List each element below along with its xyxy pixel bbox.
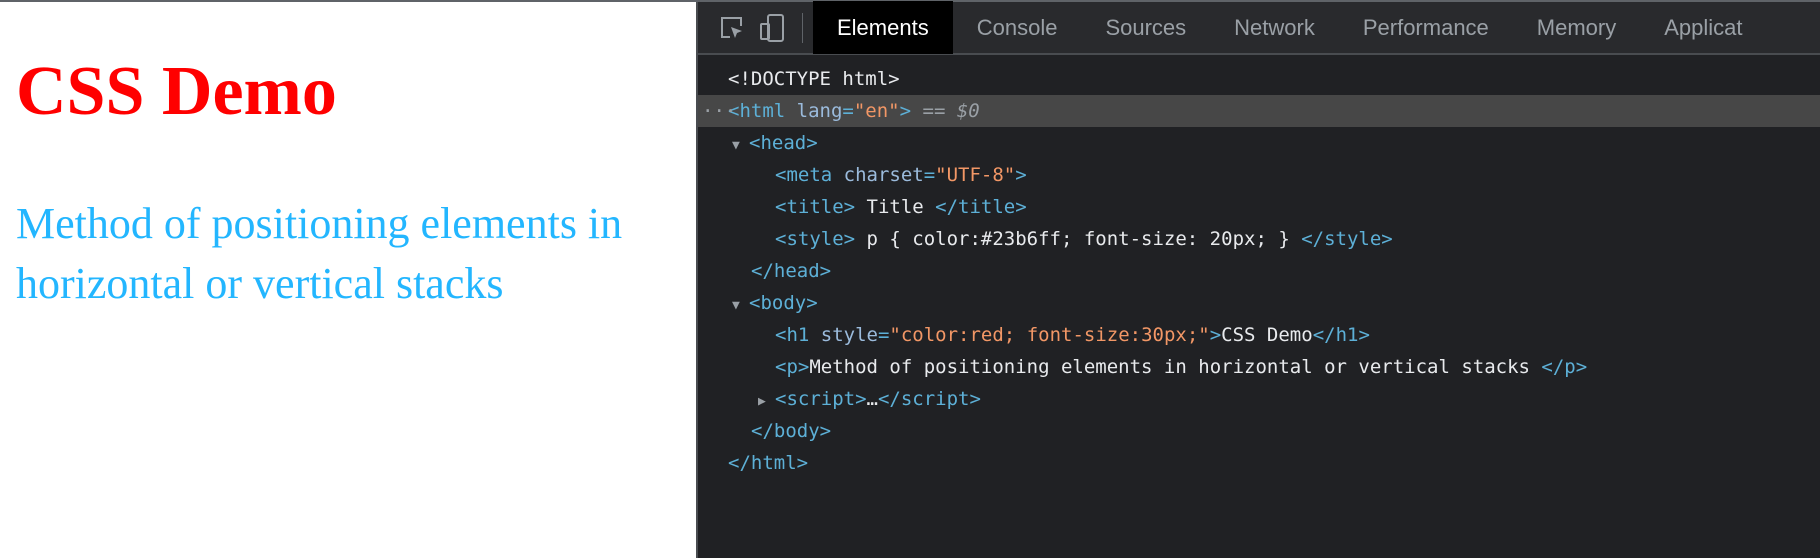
meta-tag-close: >	[1015, 164, 1027, 186]
meta-attr: charset	[832, 164, 924, 186]
html-close-tag: </html>	[728, 452, 809, 474]
body-close-tag: </body>	[751, 420, 832, 442]
tab-sources[interactable]: Sources	[1081, 1, 1210, 54]
h1-text: CSS Demo	[1221, 324, 1313, 346]
h1-close-tag: </h1>	[1312, 324, 1370, 346]
dom-node-p[interactable]: <p>Method of positioning elements in hor…	[698, 351, 1820, 383]
dom-node-html-close[interactable]: </html>	[698, 447, 1820, 479]
style-close-tag: </style>	[1301, 228, 1393, 250]
page-paragraph: Method of positioning elements in horizo…	[16, 199, 623, 308]
dom-node-h1[interactable]: <h1 style="color:red; font-size:30px;">C…	[698, 319, 1820, 351]
script-tag: <script>	[775, 388, 867, 410]
html-attr-value: "en"	[853, 100, 900, 122]
inspect-element-icon[interactable]	[712, 1, 752, 54]
dom-node-body-close[interactable]: </body>	[698, 415, 1820, 447]
html-attr: lang	[785, 100, 843, 122]
h1-attr: style	[809, 324, 878, 346]
style-text: p { color:#23b6ff; font-size: 20px; }	[855, 228, 1302, 250]
h1-tag: <h1	[775, 324, 810, 346]
dom-node-doctype[interactable]: <!DOCTYPE html>	[698, 63, 1820, 95]
h1-attr-value: "color:red; font-size:30px;"	[889, 324, 1210, 346]
head-tag: <head>	[749, 132, 818, 154]
title-close-tag: </title>	[935, 196, 1027, 218]
head-close-tag: </head>	[751, 260, 832, 282]
tab-memory[interactable]: Memory	[1513, 1, 1640, 54]
doctype-text: <!DOCTYPE html>	[728, 68, 900, 90]
device-toolbar-icon[interactable]	[752, 1, 792, 54]
html-tag-close: >	[899, 100, 912, 122]
selected-marker: == $0	[911, 100, 980, 122]
dom-node-html[interactable]: ··· <html lang="en"> == $0	[698, 95, 1820, 127]
tab-application[interactable]: Applicat	[1640, 1, 1766, 54]
tab-performance[interactable]: Performance	[1339, 1, 1513, 54]
expanded-triangle-icon[interactable]: ▼	[732, 130, 749, 162]
tab-elements[interactable]: Elements	[813, 1, 953, 54]
dom-node-script[interactable]: ▶ <script>…</script>	[698, 383, 1820, 415]
html-tag: <html	[728, 100, 786, 122]
page-viewport: CSS Demo Method of positioning elements …	[0, 2, 696, 558]
page-heading: CSS Demo	[16, 53, 337, 130]
tab-console[interactable]: Console	[953, 1, 1082, 54]
collapsed-triangle-icon[interactable]: ▶	[758, 386, 775, 418]
devtools-panel: Elements Console Sources Network Perform…	[696, 1, 1820, 558]
title-tag: <title>	[775, 196, 856, 218]
p-close-tag: </p>	[1541, 356, 1588, 378]
script-close-tag: </script>	[877, 388, 981, 410]
toolbar-divider	[802, 12, 803, 43]
dom-node-style[interactable]: <style> p { color:#23b6ff; font-size: 20…	[698, 223, 1820, 255]
dom-node-body[interactable]: ▼ <body>	[698, 287, 1820, 319]
p-text: Method of positioning elements in horizo…	[809, 356, 1542, 378]
style-tag: <style>	[775, 228, 856, 250]
title-text: Title	[855, 196, 936, 218]
dom-node-title[interactable]: <title> Title </title>	[698, 191, 1820, 223]
h1-tag-end: >	[1209, 324, 1222, 346]
tab-network[interactable]: Network	[1210, 1, 1339, 54]
meta-tag: <meta	[775, 164, 833, 186]
script-ellipsis[interactable]: …	[867, 388, 878, 410]
more-options-icon[interactable]: ···	[702, 95, 736, 127]
dom-node-head-close[interactable]: </head>	[698, 255, 1820, 287]
body-tag: <body>	[749, 292, 818, 314]
p-tag: <p>	[775, 356, 810, 378]
dom-node-head[interactable]: ▼ <head>	[698, 127, 1820, 159]
dom-node-meta[interactable]: <meta charset="UTF-8">	[698, 159, 1820, 191]
dom-tree: <!DOCTYPE html> ··· <html lang="en"> == $…	[698, 55, 1820, 479]
devtools-toolbar: Elements Console Sources Network Perform…	[698, 1, 1820, 55]
expanded-triangle-icon[interactable]: ▼	[732, 290, 749, 322]
meta-attr-value: "UTF-8"	[935, 164, 1016, 186]
